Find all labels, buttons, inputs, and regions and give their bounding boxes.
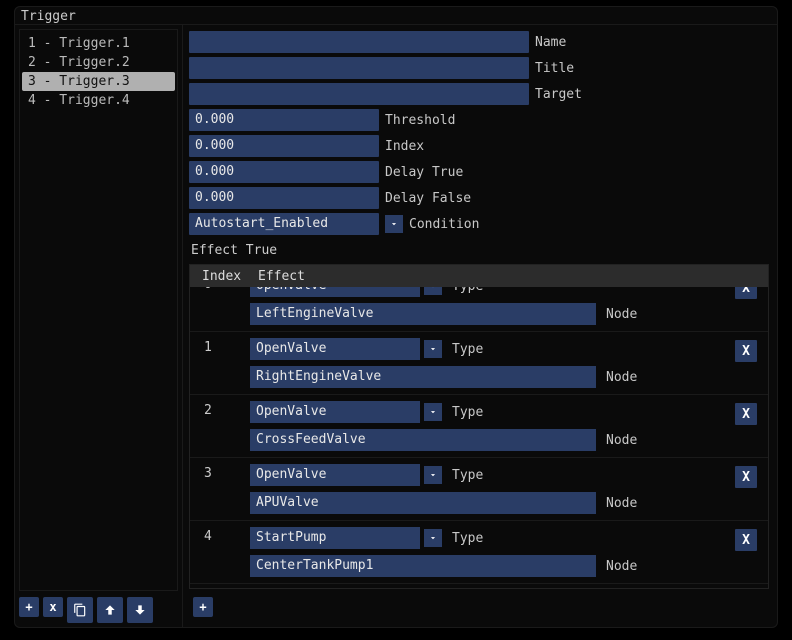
effect-index: 3: [194, 464, 250, 514]
delay-false-field[interactable]: 0.000: [189, 187, 379, 209]
dropdown-arrow-icon[interactable]: [424, 403, 442, 421]
trigger-properties-panel: Name Title Target 0.000 Threshold 0.000 …: [183, 25, 777, 627]
copy-trigger-button[interactable]: [67, 597, 93, 623]
window-title: Trigger: [15, 7, 777, 25]
effect-row: 0OpenValve Type LeftEngineValve Node X: [190, 287, 768, 332]
effects-panel: Index Effect 0OpenValveTypeLeftEngineVal…: [189, 264, 769, 589]
effect-node-field[interactable]: LeftEngineValve: [250, 303, 596, 325]
effect-node-field[interactable]: APUValve: [250, 492, 596, 514]
move-down-button[interactable]: [127, 597, 153, 623]
move-up-button[interactable]: [97, 597, 123, 623]
dropdown-arrow-icon[interactable]: [424, 287, 442, 295]
delete-effect-button[interactable]: X: [735, 403, 757, 425]
effect-type-dropdown[interactable]: OpenValve: [250, 338, 420, 360]
trigger-editor-window: Trigger 1 - Trigger.12 - Trigger.23 - Tr…: [14, 6, 778, 628]
effect-node-label: Node: [600, 433, 637, 448]
effect-type-label: Type: [446, 405, 483, 420]
effect-index: 0: [194, 287, 250, 325]
condition-dropdown-arrow[interactable]: [385, 215, 403, 233]
effect-type-dropdown[interactable]: OpenValve: [250, 401, 420, 423]
target-field[interactable]: [189, 83, 529, 105]
effect-node-label: Node: [600, 370, 637, 385]
trigger-list-item[interactable]: 4 - Trigger.4: [22, 91, 175, 110]
effect-fields: OpenValve Type RightEngineValve Node: [250, 338, 728, 388]
delay-true-field[interactable]: 0.000: [189, 161, 379, 183]
name-label: Name: [535, 35, 566, 50]
delete-effect-button[interactable]: X: [735, 529, 757, 551]
effect-row: 2OpenValve Type CrossFeedValve Node X: [190, 395, 768, 458]
effect-index: 1: [194, 338, 250, 388]
effect-fields: OpenValve Type LeftEngineValve Node: [250, 287, 728, 325]
delete-effect-button[interactable]: X: [735, 287, 757, 299]
effect-fields: OpenValve Type CrossFeedValve Node: [250, 401, 728, 451]
title-field[interactable]: [189, 57, 529, 79]
effect-node-label: Node: [600, 496, 637, 511]
effects-scroll[interactable]: 0OpenValveTypeLeftEngineValveNodeX1OpenV…: [190, 287, 768, 588]
effect-node-field[interactable]: CrossFeedValve: [250, 429, 596, 451]
effect-node-label: Node: [600, 307, 637, 322]
effect-node-field[interactable]: CenterTankPump1: [250, 555, 596, 577]
effects-column-index: Index: [190, 269, 254, 284]
effect-fields: OpenValve Type APUValve Node: [250, 464, 728, 514]
delay-false-label: Delay False: [385, 191, 471, 206]
effect-type-label: Type: [446, 342, 483, 357]
threshold-field[interactable]: 0.000: [189, 109, 379, 131]
effect-type-label: Type: [446, 531, 483, 546]
effect-index: 4: [194, 527, 250, 577]
window-body: 1 - Trigger.12 - Trigger.23 - Trigger.34…: [15, 25, 777, 627]
trigger-list-item[interactable]: 3 - Trigger.3: [22, 72, 175, 91]
delay-true-label: Delay True: [385, 165, 463, 180]
effect-fields: StartPump Type CenterTankPump1 Node: [250, 527, 728, 577]
effect-type-dropdown[interactable]: OpenValve: [250, 287, 420, 297]
title-label: Title: [535, 61, 574, 76]
remove-trigger-button[interactable]: x: [43, 597, 63, 617]
index-label: Index: [385, 139, 424, 154]
dropdown-arrow-icon[interactable]: [424, 340, 442, 358]
trigger-list: 1 - Trigger.12 - Trigger.23 - Trigger.34…: [19, 29, 178, 591]
condition-label: Condition: [409, 217, 479, 232]
effect-node-label: Node: [600, 559, 637, 574]
dropdown-arrow-icon[interactable]: [424, 466, 442, 484]
delete-effect-button[interactable]: X: [735, 466, 757, 488]
dropdown-arrow-icon[interactable]: [424, 529, 442, 547]
effects-section-title: Effect True: [189, 239, 769, 260]
sidebar-buttons: + x: [19, 591, 178, 623]
trigger-list-item[interactable]: 2 - Trigger.2: [22, 53, 175, 72]
index-field[interactable]: 0.000: [189, 135, 379, 157]
effect-index: 2: [194, 401, 250, 451]
effect-type-label: Type: [446, 287, 483, 294]
condition-value: Autostart_Enabled: [195, 213, 373, 235]
effect-row: 3OpenValve Type APUValve Node X: [190, 458, 768, 521]
effects-header: Index Effect: [190, 265, 768, 287]
target-label: Target: [535, 87, 582, 102]
effect-row: 4StartPump Type CenterTankPump1 Node X: [190, 521, 768, 584]
name-field[interactable]: [189, 31, 529, 53]
effect-type-dropdown[interactable]: StartPump: [250, 527, 420, 549]
delete-effect-button[interactable]: X: [735, 340, 757, 362]
effect-node-field[interactable]: RightEngineValve: [250, 366, 596, 388]
add-trigger-button[interactable]: +: [19, 597, 39, 617]
threshold-label: Threshold: [385, 113, 455, 128]
effect-type-dropdown[interactable]: OpenValve: [250, 464, 420, 486]
trigger-list-item[interactable]: 1 - Trigger.1: [22, 34, 175, 53]
effect-type-label: Type: [446, 468, 483, 483]
add-effect-button[interactable]: +: [193, 597, 213, 617]
condition-dropdown[interactable]: Autostart_Enabled: [189, 213, 379, 235]
effect-row: 1OpenValve Type RightEngineValve Node X: [190, 332, 768, 395]
effects-column-effect: Effect: [254, 269, 732, 284]
trigger-list-sidebar: 1 - Trigger.12 - Trigger.23 - Trigger.34…: [15, 25, 183, 627]
